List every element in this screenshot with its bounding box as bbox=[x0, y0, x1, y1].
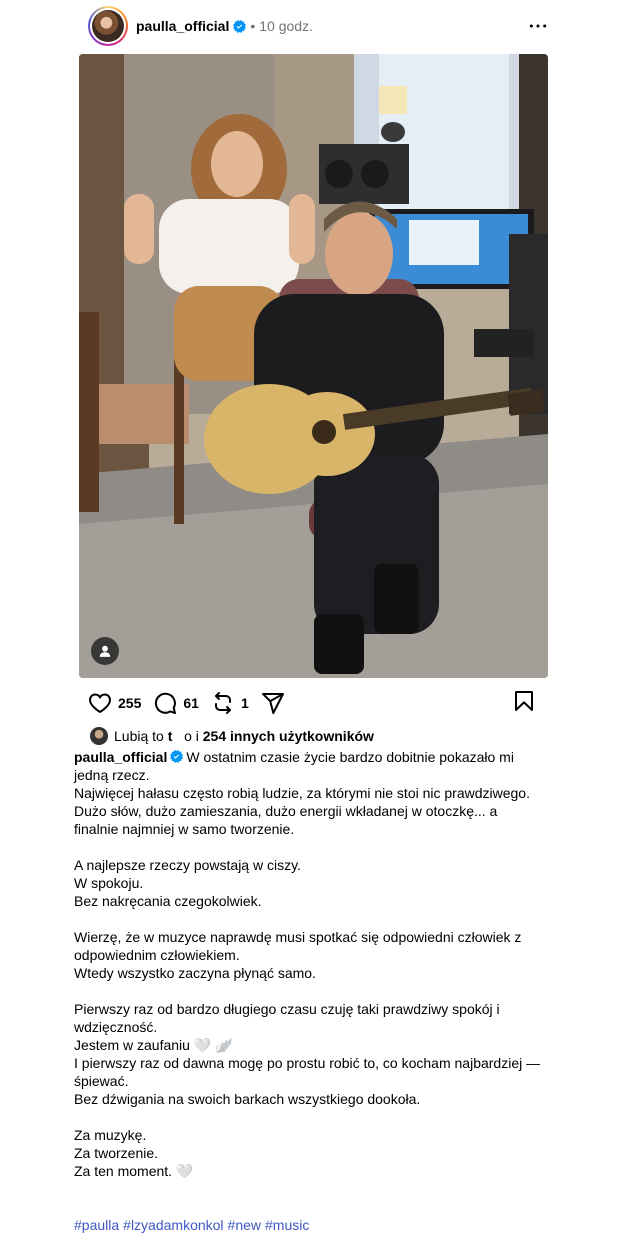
reposts-count: 1 bbox=[240, 695, 249, 711]
caption-text: W ostatnim czasie życie bardzo dobitnie … bbox=[74, 749, 541, 1179]
person-tag-icon bbox=[99, 645, 111, 657]
tagged-people-button[interactable] bbox=[91, 637, 119, 665]
repost-icon bbox=[214, 692, 231, 714]
likes-connector: i bbox=[195, 728, 199, 744]
post-photo[interactable] bbox=[79, 54, 548, 678]
save-button[interactable] bbox=[512, 689, 536, 718]
liker-username-rest: o bbox=[184, 728, 192, 744]
separator-dot: • bbox=[250, 18, 256, 34]
more-options-button[interactable] bbox=[526, 14, 550, 38]
likes-prefix: Lubią to bbox=[114, 728, 164, 744]
verified-badge-icon bbox=[170, 750, 184, 763]
like-button[interactable]: 255 bbox=[88, 691, 153, 715]
avatar[interactable] bbox=[88, 6, 128, 46]
more-icon bbox=[529, 24, 547, 28]
liker-username[interactable]: t bbox=[168, 728, 173, 744]
post-caption: paulla_official W ostatnim czasie życie … bbox=[74, 748, 544, 1180]
likes-count: 255 bbox=[118, 695, 142, 711]
others-likes-link[interactable]: 254 innych użytkowników bbox=[203, 728, 374, 744]
post: paulla_official • 10 godz. 255 61 1 Lubi… bbox=[0, 0, 620, 1243]
heart-icon bbox=[88, 693, 112, 714]
username-link[interactable]: paulla_official bbox=[136, 18, 229, 34]
repost-button[interactable]: 1 bbox=[211, 691, 261, 715]
hashtag-link[interactable]: #lzyadamkonkol bbox=[123, 1217, 223, 1233]
post-header: paulla_official • 10 godz. bbox=[88, 6, 550, 46]
comment-button[interactable]: 61 bbox=[153, 691, 211, 715]
hashtag-link[interactable]: #paulla bbox=[74, 1217, 119, 1233]
hashtag-link[interactable]: #new bbox=[228, 1217, 261, 1233]
photo-illustration bbox=[79, 54, 548, 678]
post-time: 10 godz. bbox=[259, 18, 313, 34]
comment-icon bbox=[155, 692, 177, 714]
share-icon bbox=[261, 693, 284, 714]
liker-avatar[interactable] bbox=[90, 727, 108, 745]
bookmark-icon bbox=[515, 690, 533, 711]
action-bar: 255 61 1 bbox=[88, 688, 536, 718]
verified-badge-icon bbox=[233, 19, 247, 33]
caption-username[interactable]: paulla_official bbox=[74, 749, 167, 765]
hashtag-link[interactable]: #music bbox=[265, 1217, 309, 1233]
share-button[interactable] bbox=[261, 691, 285, 715]
likes-summary: Lubią to t o i 254 innych użytkowników bbox=[90, 726, 374, 746]
comments-count: 61 bbox=[183, 695, 199, 711]
hashtags: #paulla #lzyadamkonkol #new #music bbox=[74, 1217, 313, 1233]
